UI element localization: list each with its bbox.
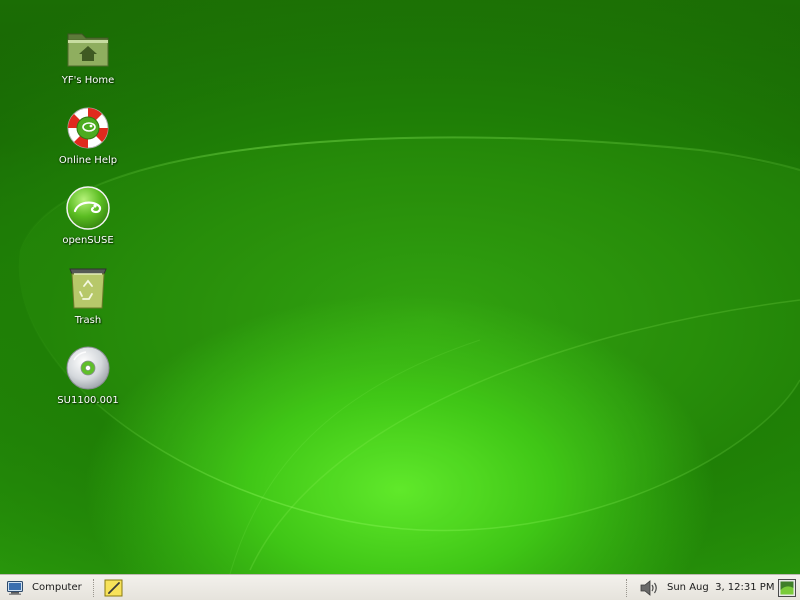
desktop-icon-label: openSUSE: [62, 235, 114, 246]
clock-text: Sun Aug 3, 12:31 PM: [667, 582, 775, 593]
notes-icon: [104, 579, 123, 596]
lifebuoy-icon: [67, 107, 109, 149]
volume-icon: [640, 579, 657, 596]
desktop-icon-trash[interactable]: Trash: [40, 264, 136, 327]
desktop-icon-cd[interactable]: SU1100.001: [40, 344, 136, 407]
desktop-background: YF's Home Online Help openSUSE Trash SU1…: [0, 0, 800, 574]
trash-icon: [69, 268, 107, 309]
opensuse-logo-icon: [66, 186, 110, 230]
notes-launcher[interactable]: [103, 575, 125, 600]
computer-menu-label: Computer: [32, 582, 82, 593]
computer-menu-button[interactable]: Computer: [6, 575, 92, 600]
computer-icon: [7, 580, 23, 595]
desktop-icon-opensuse[interactable]: openSUSE: [40, 184, 136, 247]
bottom-panel: Computer Sun Aug 3, 12:31 PM: [0, 574, 800, 600]
panel-separator: [93, 579, 96, 597]
home-folder-icon: [67, 33, 109, 67]
show-desktop-icon: [778, 578, 796, 597]
cd-disc-icon: [66, 346, 110, 390]
panel-separator: [626, 579, 629, 597]
desktop-icon-label: Trash: [74, 315, 102, 326]
desktop-icon-label: Online Help: [58, 155, 118, 166]
volume-control[interactable]: [638, 575, 660, 600]
desktop-icon-home[interactable]: YF's Home: [40, 24, 136, 87]
desktop-icon-label: SU1100.001: [57, 395, 119, 406]
show-desktop-button[interactable]: [777, 575, 797, 600]
clock[interactable]: Sun Aug 3, 12:31 PM: [667, 575, 774, 600]
desktop-icon-label: YF's Home: [61, 75, 115, 86]
desktop-icon-online-help[interactable]: Online Help: [40, 104, 136, 167]
